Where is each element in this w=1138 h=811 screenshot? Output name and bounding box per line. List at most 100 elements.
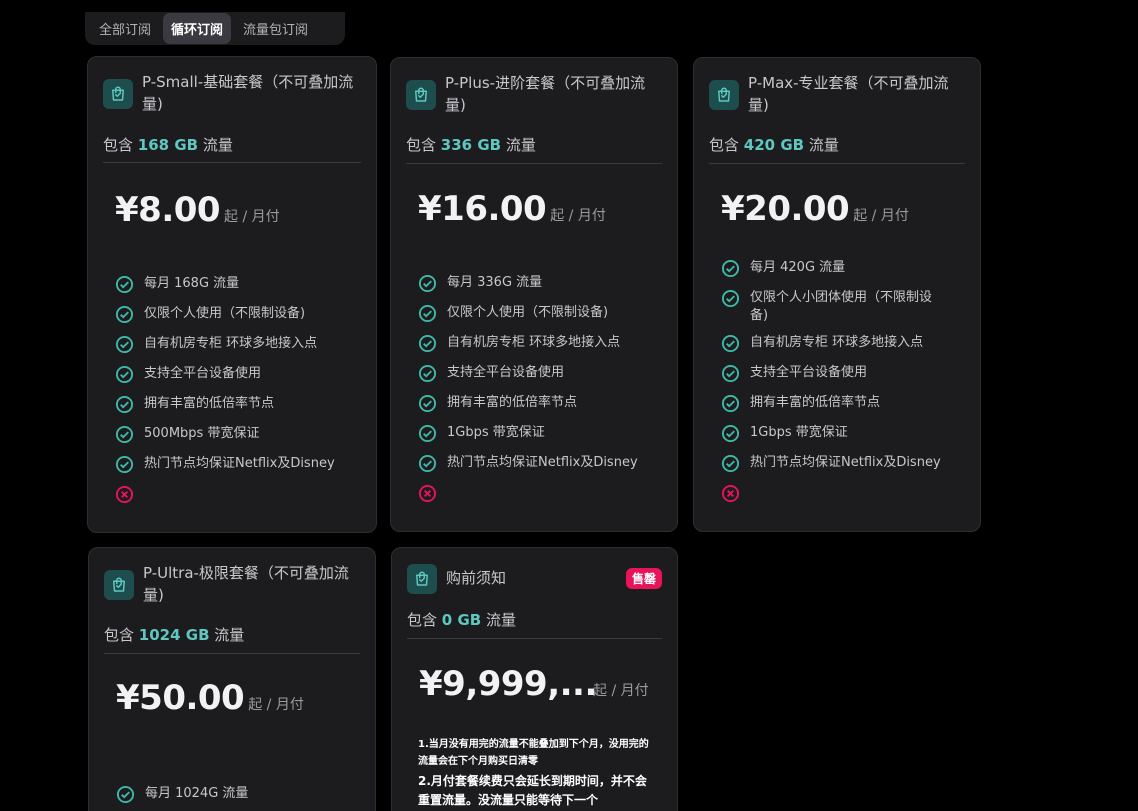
- check-circle-icon: [418, 394, 437, 413]
- feature-item: 自有机房专柜 环球多地接入点: [721, 334, 965, 364]
- billing-period: 起 / 月付: [248, 697, 304, 713]
- feature-item: 仅限个人使用（不限制设备): [418, 304, 662, 334]
- card-header: P-Ultra-极限套餐（不可叠加流量): [104, 562, 360, 606]
- shopping-bag-icon: [104, 570, 134, 600]
- traffic-line: 包含 0 GB 流量: [407, 611, 516, 629]
- plan-card-notice[interactable]: 购前须知 售罄 包含 0 GB 流量 ¥9,999,... 起 / 月付 1.当…: [391, 547, 678, 811]
- billing-period: 起 / 月付: [550, 208, 606, 224]
- shopping-bag-icon: [709, 80, 739, 110]
- card-header: P-Max-专业套餐（不可叠加流量): [709, 72, 965, 116]
- tab-recurring[interactable]: 循环订阅: [163, 13, 232, 44]
- traffic-amount: 336 GB: [440, 136, 502, 154]
- feature-item: 热门节点均保证Netflix及Disney: [721, 454, 965, 484]
- card-header: 购前须知 售罄: [407, 562, 662, 594]
- price: ¥9,999,...: [419, 664, 597, 704]
- plan-title: P-Plus-进阶套餐（不可叠加流量): [445, 74, 646, 114]
- price: ¥16.00: [418, 189, 547, 229]
- feature-item: 500Mbps 带宽保证: [115, 425, 361, 455]
- check-circle-icon: [418, 454, 437, 473]
- divider: [709, 163, 965, 164]
- feature-item: 自有机房专柜 环球多地接入点: [115, 335, 361, 365]
- divider: [103, 162, 361, 163]
- feature-item: 每月 168G 流量: [115, 275, 361, 305]
- billing-period: 起 / 月付: [593, 683, 649, 699]
- feature-list: 每月 420G 流量 仅限个人小团体使用（不限制设备) 自有机房专柜 环球多地接…: [721, 259, 965, 514]
- check-circle-icon: [721, 259, 740, 278]
- feature-item: 拥有丰富的低倍率节点: [418, 394, 662, 424]
- traffic-amount: 168 GB: [137, 136, 199, 154]
- notice-line: 2.月付套餐续费只会延长到期时间，并不会重置流量。没流量只能等待下一个: [418, 774, 647, 807]
- shopping-bag-icon: [406, 80, 436, 110]
- traffic-amount: 0 GB: [441, 611, 482, 629]
- feature-item-excluded: [721, 484, 965, 514]
- notice-line: 1.当月没有用完的流量不能叠加到下个月，没用完的流量会在下个月购买日清零: [418, 739, 649, 767]
- feature-item: 支持全平台设备使用: [115, 365, 361, 395]
- subscription-tabs: 全部订阅 循环订阅 流量包订阅: [85, 12, 345, 45]
- price: ¥20.00: [721, 189, 850, 229]
- plan-card-max[interactable]: P-Max-专业套餐（不可叠加流量) 包含 420 GB 流量 ¥20.00 起…: [693, 57, 981, 532]
- check-circle-icon: [115, 275, 134, 294]
- billing-period: 起 / 月付: [853, 208, 909, 224]
- price-row: ¥20.00 起 / 月付: [721, 189, 909, 229]
- traffic-amount: 1024 GB: [138, 626, 210, 644]
- feature-item: 自有机房专柜 环球多地接入点: [418, 334, 662, 364]
- plan-card-ultra[interactable]: P-Ultra-极限套餐（不可叠加流量) 包含 1024 GB 流量 ¥50.0…: [88, 547, 376, 811]
- feature-list: 每月 1024G 流量: [116, 785, 360, 811]
- tab-traffic-pack[interactable]: 流量包订阅: [235, 13, 316, 44]
- divider: [407, 638, 662, 639]
- price-row: ¥16.00 起 / 月付: [418, 189, 606, 229]
- price-row: ¥50.00 起 / 月付: [116, 678, 304, 718]
- price: ¥50.00: [116, 678, 245, 718]
- shopping-bag-icon: [407, 564, 437, 594]
- check-circle-icon: [418, 304, 437, 323]
- sold-out-badge: 售罄: [625, 568, 662, 589]
- check-circle-icon: [721, 364, 740, 383]
- tab-all[interactable]: 全部订阅: [91, 13, 159, 44]
- price-row: ¥8.00 起 / 月付: [115, 190, 280, 230]
- check-circle-icon: [115, 365, 134, 384]
- plan-card-small[interactable]: P-Small-基础套餐（不可叠加流量) 包含 168 GB 流量 ¥8.00 …: [87, 56, 377, 533]
- feature-item: 每月 336G 流量: [418, 274, 662, 304]
- check-circle-icon: [721, 334, 740, 353]
- divider: [406, 163, 662, 164]
- feature-item: 1Gbps 带宽保证: [418, 424, 662, 454]
- price-row: ¥9,999,... 起 / 月付: [419, 664, 649, 704]
- feature-item-excluded: [115, 485, 361, 515]
- feature-item: 支持全平台设备使用: [721, 364, 965, 394]
- check-circle-icon: [115, 425, 134, 444]
- check-circle-icon: [418, 274, 437, 293]
- plan-card-plus[interactable]: P-Plus-进阶套餐（不可叠加流量) 包含 336 GB 流量 ¥16.00 …: [390, 57, 678, 532]
- feature-item: 每月 1024G 流量: [116, 785, 360, 811]
- traffic-line: 包含 420 GB 流量: [709, 136, 839, 154]
- feature-item: 热门节点均保证Netflix及Disney: [115, 455, 361, 485]
- feature-item: 每月 420G 流量: [721, 259, 965, 289]
- check-circle-icon: [721, 289, 740, 308]
- plan-title: P-Ultra-极限套餐（不可叠加流量): [143, 564, 349, 604]
- billing-period: 起 / 月付: [224, 209, 280, 225]
- traffic-amount: 420 GB: [743, 136, 805, 154]
- check-circle-icon: [418, 424, 437, 443]
- price: ¥8.00: [115, 190, 221, 230]
- traffic-line: 包含 1024 GB 流量: [104, 626, 245, 644]
- feature-item: 仅限个人小团体使用（不限制设备): [721, 289, 965, 334]
- feature-item: 支持全平台设备使用: [418, 364, 662, 394]
- cross-circle-icon: [418, 484, 437, 503]
- purchase-notice: 1.当月没有用完的流量不能叠加到下个月，没用完的流量会在下个月购买日清零 2.月…: [418, 736, 657, 810]
- feature-item: 1Gbps 带宽保证: [721, 424, 965, 454]
- check-circle-icon: [721, 394, 740, 413]
- feature-item: 热门节点均保证Netflix及Disney: [418, 454, 662, 484]
- check-circle-icon: [418, 334, 437, 353]
- feature-list: 每月 336G 流量 仅限个人使用（不限制设备) 自有机房专柜 环球多地接入点 …: [418, 274, 662, 514]
- traffic-line: 包含 336 GB 流量: [406, 136, 536, 154]
- feature-item: 拥有丰富的低倍率节点: [115, 395, 361, 425]
- check-circle-icon: [115, 395, 134, 414]
- check-circle-icon: [721, 424, 740, 443]
- card-header: P-Small-基础套餐（不可叠加流量): [103, 71, 361, 115]
- plan-title: P-Max-专业套餐（不可叠加流量): [748, 74, 949, 114]
- cross-circle-icon: [115, 485, 134, 504]
- card-header: P-Plus-进阶套餐（不可叠加流量): [406, 72, 662, 116]
- feature-item: 仅限个人使用（不限制设备): [115, 305, 361, 335]
- cross-circle-icon: [721, 484, 740, 503]
- check-circle-icon: [115, 335, 134, 354]
- check-circle-icon: [116, 785, 135, 804]
